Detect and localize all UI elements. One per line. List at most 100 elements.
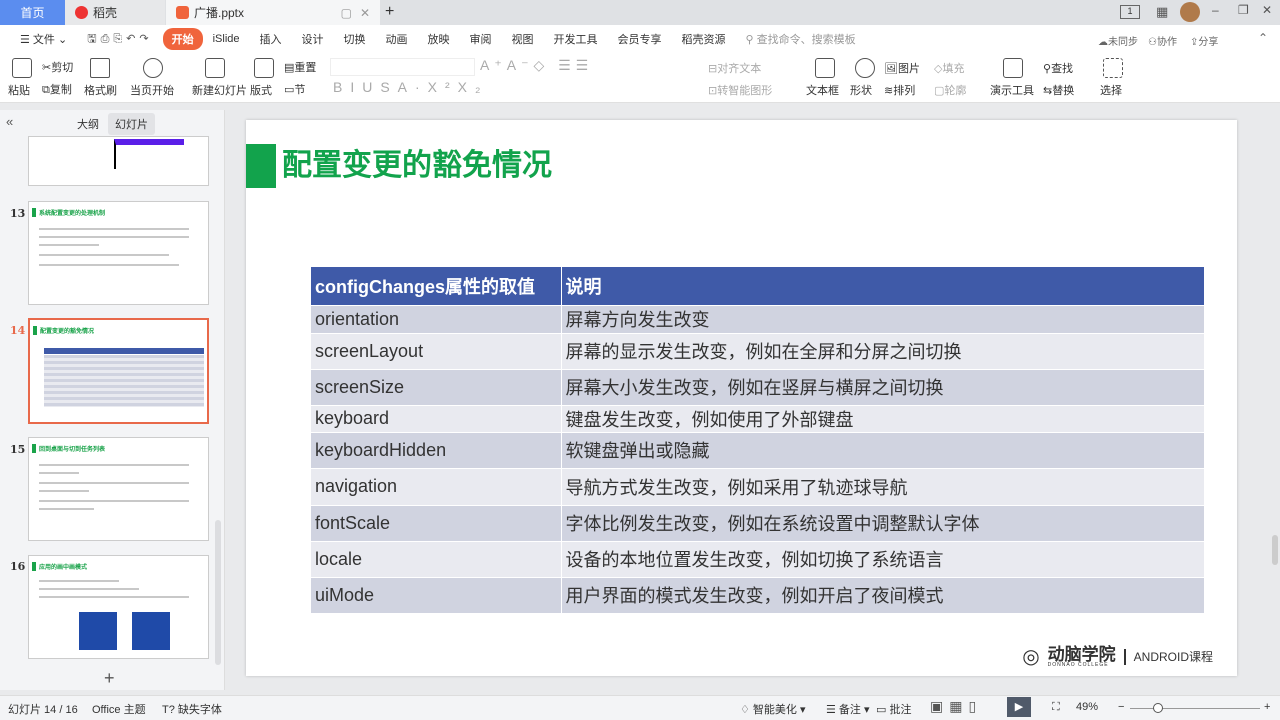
menu-slideshow[interactable]: 放映	[418, 31, 460, 47]
format-painter-icon[interactable]	[90, 58, 110, 78]
menu-review[interactable]: 审阅	[460, 31, 502, 47]
play-from-current-button[interactable]: 当页开始	[130, 82, 174, 98]
play-slideshow-button[interactable]: ▶	[1007, 697, 1031, 717]
tab-home[interactable]: 首页	[0, 0, 65, 25]
menu-member[interactable]: 会员专享	[608, 31, 672, 47]
missing-font-button[interactable]: T? 缺失字体	[162, 701, 222, 717]
align-text-button[interactable]: ⊟对齐文本	[708, 60, 761, 76]
slide-thumbnail-16[interactable]: 应用的画中画模式	[28, 555, 209, 659]
panel-scrollbar[interactable]	[215, 520, 221, 665]
add-slide-button[interactable]: +	[104, 668, 115, 689]
minimize-icon[interactable]: –	[1212, 3, 1219, 17]
config-changes-table[interactable]: configChanges属性的取值 说明 orientation 屏幕方向发生改…	[311, 267, 1205, 613]
canvas-scrollbar[interactable]	[1272, 535, 1278, 565]
apps-grid-icon[interactable]: ▦	[1156, 4, 1168, 20]
slide-title[interactable]: 配置变更的豁免情况	[282, 144, 552, 188]
menu-view[interactable]: 视图	[502, 31, 544, 47]
tab-outline[interactable]: 大纲	[77, 116, 99, 132]
arrange-label: 排列	[893, 85, 916, 97]
select-button[interactable]: 选择	[1100, 82, 1122, 98]
quick-access-icons[interactable]: 🖫⎙⎘↶↷	[77, 30, 162, 49]
collapse-ribbon-icon[interactable]: ⌃	[1258, 31, 1268, 45]
zoom-level[interactable]: 49%	[1076, 701, 1098, 713]
menu-bar: ☰ 文件 ⌄ 🖫⎙⎘↶↷ 开始 iSlide 插入 设计 切换 动画 放映 审阅…	[0, 25, 1280, 53]
layout-icon[interactable]	[254, 58, 274, 78]
menu-home[interactable]: 开始	[162, 28, 203, 50]
paste-icon[interactable]	[12, 58, 32, 78]
tab-daoke[interactable]: 稻壳	[65, 0, 165, 25]
reading-mode-icon[interactable]: 1	[1120, 5, 1140, 19]
arrange-button[interactable]: ≋排列	[884, 82, 915, 98]
cell-description: 屏幕大小发生改变，例如在竖屏与横屏之间切换	[561, 368, 1205, 405]
menu-developer[interactable]: 开发工具	[544, 31, 608, 47]
new-slide-button[interactable]: 新建幻灯片	[192, 82, 247, 98]
cell-description: 软键盘弹出或隐藏	[561, 431, 1205, 468]
share-button[interactable]: ⇪分享	[1190, 33, 1218, 48]
picture-label: 图片	[897, 63, 920, 75]
find-button[interactable]: ⚲查找	[1043, 60, 1073, 76]
font-size-buttons[interactable]: A⁺A⁻◇ ☰☰	[480, 57, 593, 74]
slide-thumbnail-12[interactable]	[28, 136, 209, 186]
textbox-button[interactable]: 文本框	[806, 82, 839, 98]
format-painter-button[interactable]: 格式刷	[84, 82, 117, 98]
beautify-button[interactable]: ♢ 智能美化 ▾	[740, 701, 806, 717]
layout-button[interactable]: 版式	[250, 82, 272, 98]
restore-icon[interactable]: ❐	[1238, 3, 1249, 17]
smart-shape-button[interactable]: ⊡转智能图形	[708, 82, 772, 98]
outline-button[interactable]: ▢轮廓	[934, 82, 966, 98]
tab-slides[interactable]: 幻灯片	[108, 113, 155, 135]
shape-button[interactable]: 形状	[850, 82, 872, 98]
slide-canvas[interactable]: 配置变更的豁免情况 configChanges属性的取值 说明 orientat…	[246, 120, 1237, 676]
menu-insert[interactable]: 插入	[250, 31, 292, 47]
menu-animation[interactable]: 动画	[376, 31, 418, 47]
select-icon[interactable]	[1103, 58, 1123, 78]
comments-button[interactable]: ▭ 批注	[876, 701, 911, 717]
pin-icon[interactable]: ▢	[341, 6, 352, 20]
new-tab-icon[interactable]: +	[385, 3, 394, 21]
slide-thumbnail-14[interactable]: 配置变更的豁免情况	[28, 318, 209, 424]
shape-icon[interactable]	[855, 58, 875, 78]
cell-description: 用户界面的模式发生改变，例如开启了夜间模式	[561, 576, 1205, 613]
collab-button[interactable]: ⚇协作	[1148, 33, 1177, 48]
avatar[interactable]	[1180, 2, 1200, 22]
sync-button[interactable]: ☁未同步	[1098, 33, 1138, 48]
command-search[interactable]: ⚲ 查找命令、搜索模板	[736, 31, 866, 47]
slide-thumbnail-15[interactable]: 回到桌面与切到任务列表	[28, 437, 209, 541]
collapse-panel-icon[interactable]: «	[6, 114, 13, 129]
font-format-buttons[interactable]: BIUSA·X²X₂	[333, 79, 488, 95]
ribbon: 粘贴 ✂剪切 ⧉复制 格式刷 当页开始 新建幻灯片 版式 ▤重置 ▭节 BIUS…	[0, 53, 1280, 103]
menu-file[interactable]: ☰ 文件 ⌄	[10, 31, 77, 47]
zoom-out-button[interactable]: −	[1118, 701, 1124, 713]
paste-button[interactable]: 粘贴	[8, 82, 30, 98]
zoom-slider[interactable]	[1130, 708, 1260, 709]
cut-button[interactable]: ✂剪切	[42, 59, 73, 75]
font-name-select[interactable]	[330, 58, 475, 76]
replace-button[interactable]: ⇆替换	[1043, 82, 1074, 98]
play-icon[interactable]	[143, 58, 163, 78]
cell-description: 屏幕的显示发生改变，例如在全屏和分屏之间切换	[561, 332, 1205, 369]
fit-window-icon[interactable]: ⛶	[1052, 701, 1060, 714]
close-tab-icon[interactable]: ✕	[360, 6, 370, 20]
textbox-icon[interactable]	[815, 58, 835, 78]
cell-value: uiMode	[311, 576, 562, 613]
picture-button[interactable]: 🖼图片	[884, 60, 920, 76]
view-mode-buttons[interactable]: ▣▦▯	[930, 698, 982, 715]
menu-daoke-resources[interactable]: 稻壳资源	[672, 31, 736, 47]
presenter-tools-button[interactable]: 演示工具	[990, 82, 1034, 98]
copy-button[interactable]: ⧉复制	[42, 81, 72, 97]
theme-name[interactable]: Office 主题	[92, 701, 146, 717]
zoom-slider-handle[interactable]	[1153, 703, 1163, 713]
menu-design[interactable]: 设计	[292, 31, 334, 47]
zoom-in-button[interactable]: +	[1264, 701, 1270, 713]
presenter-tools-icon[interactable]	[1003, 58, 1023, 78]
notes-button[interactable]: ☰ 备注 ▾	[826, 701, 870, 717]
reset-button[interactable]: ▤重置	[284, 59, 316, 75]
fill-button[interactable]: ◇填充	[934, 60, 964, 76]
slide-thumbnail-13[interactable]: 系统配置变更的处理机制	[28, 201, 209, 305]
menu-islide[interactable]: iSlide	[203, 33, 250, 45]
menu-transition[interactable]: 切换	[334, 31, 376, 47]
tab-document[interactable]: 广播.pptx ▢ ✕	[166, 0, 380, 25]
close-window-icon[interactable]: ✕	[1262, 3, 1272, 17]
new-slide-icon[interactable]	[205, 58, 225, 78]
section-button[interactable]: ▭节	[284, 81, 305, 97]
